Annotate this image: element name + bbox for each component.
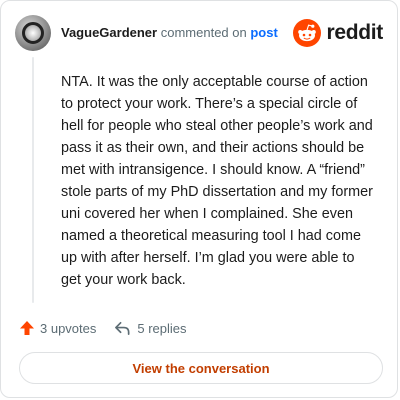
brand-wordmark: reddit: [326, 21, 383, 44]
comment-embed-card: VagueGardener commented on post reddit N…: [0, 0, 398, 398]
comment-body: NTA. It was the only acceptable course o…: [61, 74, 373, 288]
replies-button[interactable]: 5 replies: [114, 320, 187, 337]
reddit-logo-icon: [293, 19, 322, 47]
avatar[interactable]: [15, 15, 51, 51]
upvote-count: 3 upvotes: [40, 320, 97, 336]
comment-header: VagueGardener commented on post reddit: [15, 15, 383, 51]
avatar-image: [22, 22, 44, 44]
comment-actions: 3 upvotes 5 replies: [19, 317, 187, 339]
reply-arrow-icon: [115, 321, 130, 335]
upvote-arrow-icon: [20, 321, 34, 335]
reply-count: 5 replies: [137, 320, 187, 336]
reddit-brand[interactable]: reddit: [293, 19, 383, 47]
upvote-button[interactable]: 3 upvotes: [19, 320, 96, 336]
view-conversation-button[interactable]: View the conversation: [19, 352, 383, 384]
username[interactable]: VagueGardener: [61, 25, 157, 40]
thread-line: [32, 57, 34, 303]
comment-meta: VagueGardener commented on post: [61, 25, 278, 41]
action-text: commented on: [160, 25, 247, 40]
post-link[interactable]: post: [250, 25, 277, 40]
